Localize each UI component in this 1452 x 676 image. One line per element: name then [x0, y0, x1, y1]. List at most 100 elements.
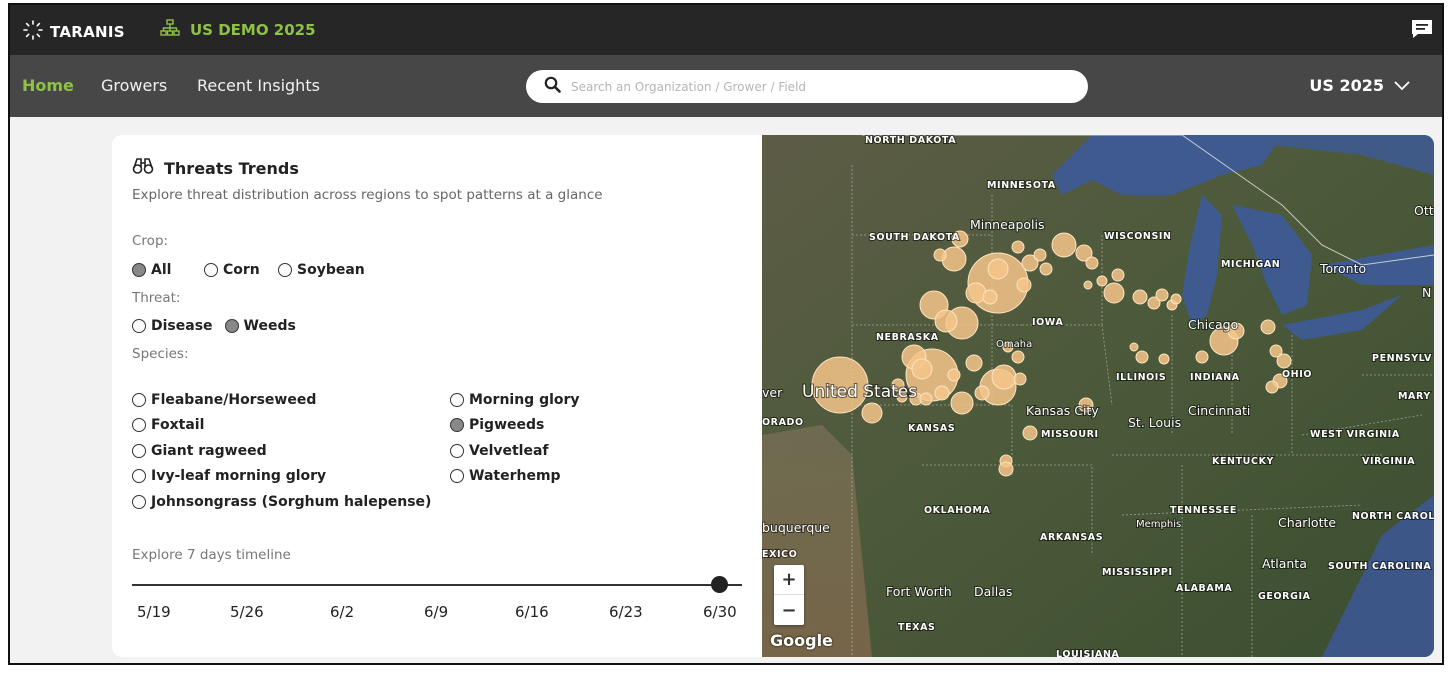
map-label: KANSAS — [908, 423, 955, 434]
threat-marker[interactable] — [974, 385, 990, 401]
threat-marker[interactable] — [1276, 353, 1292, 369]
threat-marker[interactable] — [1260, 319, 1276, 335]
threat-marker[interactable] — [933, 248, 947, 262]
zoom-out-button[interactable]: − — [774, 595, 804, 625]
timeline-tick[interactable]: 6/23 — [609, 603, 643, 621]
threat-marker[interactable] — [934, 309, 958, 333]
chat-icon — [1410, 20, 1434, 45]
timeline-tick[interactable]: 6/30 — [703, 603, 737, 621]
google-attribution: Google — [770, 631, 833, 650]
threat-marker[interactable] — [1155, 288, 1169, 302]
search-box[interactable] — [526, 70, 1088, 103]
threat-marker[interactable] — [982, 289, 998, 305]
season-selector[interactable]: US 2025 — [1309, 76, 1410, 95]
zoom-controls: + − — [774, 565, 804, 625]
timeline-tick[interactable]: 6/16 — [515, 603, 549, 621]
search-input[interactable] — [571, 79, 1051, 94]
threat-marker[interactable] — [1158, 353, 1170, 365]
threat-marker[interactable] — [991, 364, 1017, 390]
threat-option-weeds[interactable]: Weeds — [224, 318, 296, 334]
org-selector[interactable]: US DEMO 2025 — [160, 19, 316, 41]
map-label: Charlotte — [1278, 515, 1336, 530]
species-option-foxtail[interactable]: Foxtail — [132, 413, 431, 439]
threat-marker[interactable] — [1132, 289, 1148, 305]
map-label: NEBRASKA — [876, 332, 939, 343]
map-label: Fort Worth — [886, 584, 952, 599]
threat-marker[interactable] — [934, 385, 950, 401]
map-label: NORTH CAROLINA — [1352, 511, 1434, 522]
threat-marker[interactable] — [987, 258, 1009, 280]
season-label: US 2025 — [1309, 76, 1384, 95]
radio-unselected — [132, 392, 146, 407]
threat-marker[interactable] — [941, 246, 967, 272]
threat-marker[interactable] — [1022, 425, 1038, 441]
threat-marker[interactable] — [950, 391, 974, 415]
timeline-tick[interactable]: 6/9 — [424, 603, 448, 621]
logo[interactable]: TARANIS — [22, 19, 125, 45]
map-label: GEORGIA — [1258, 591, 1311, 602]
crop-option-corn[interactable]: Corn — [204, 262, 278, 278]
timeline-tick[interactable]: 5/26 — [230, 603, 264, 621]
nav-home[interactable]: Home — [22, 76, 74, 95]
crop-option-all[interactable]: All — [132, 262, 204, 278]
radio-unselected — [450, 469, 464, 484]
threat-marker[interactable] — [1013, 372, 1027, 386]
threat-marker[interactable] — [947, 368, 961, 382]
threat-marker[interactable] — [965, 282, 987, 304]
zoom-in-button[interactable]: + — [774, 565, 804, 595]
threat-marker[interactable] — [965, 354, 983, 372]
threat-marker[interactable] — [1083, 280, 1093, 290]
chat-button[interactable] — [1410, 17, 1434, 45]
species-option-fleabane[interactable]: Fleabane/Horseweed — [132, 387, 431, 413]
threat-marker[interactable] — [1111, 268, 1125, 282]
species-option-giant-ragweed[interactable]: Giant ragweed — [132, 438, 431, 464]
panel-title: Threats Trends — [164, 158, 299, 178]
crop-option-soybean[interactable]: Soybean — [278, 262, 365, 278]
species-option-waterhemp[interactable]: Waterhemp — [450, 464, 580, 490]
threats-trends-card: Threats Trends Explore threat distributi… — [112, 135, 1434, 657]
radio-unselected — [278, 263, 292, 277]
timeline-track[interactable] — [132, 584, 742, 586]
radio-selected — [450, 418, 464, 433]
species-option-velvetleaf[interactable]: Velvetleaf — [450, 438, 580, 464]
threat-marker[interactable] — [1085, 256, 1099, 270]
species-option-pigweeds[interactable]: Pigweeds — [450, 413, 580, 439]
radio-unselected — [132, 494, 146, 509]
species-option-ivy-leaf-morning-glory[interactable]: Ivy-leaf morning glory — [132, 464, 431, 490]
species-option-johnsongrass[interactable]: Johnsongrass (Sorghum halepense) — [132, 489, 431, 515]
threat-marker[interactable] — [1096, 275, 1108, 287]
timeline-tick[interactable]: 5/19 — [137, 603, 171, 621]
threat-marker[interactable] — [1011, 240, 1025, 254]
threat-marker[interactable] — [911, 358, 933, 380]
threat-marker[interactable] — [1170, 293, 1182, 305]
threat-map[interactable]: NORTH DAKOTA MINNESOTA SOUTH DAKOTA WISC… — [762, 135, 1434, 657]
threat-marker[interactable] — [1265, 380, 1279, 394]
threat-option-disease[interactable]: Disease — [132, 318, 213, 334]
threat-marker[interactable] — [1016, 277, 1032, 293]
timeline-label: Explore 7 days timeline — [132, 547, 291, 563]
timeline-thumb[interactable] — [711, 576, 728, 593]
threat-marker[interactable] — [919, 392, 933, 406]
map-label: MINNESOTA — [987, 180, 1056, 191]
nav-growers[interactable]: Growers — [101, 76, 167, 95]
map-label: ver — [762, 385, 783, 400]
threat-marker[interactable] — [1135, 350, 1149, 364]
timeline-tick[interactable]: 6/2 — [330, 603, 354, 621]
species-option-morning-glory[interactable]: Morning glory — [450, 387, 580, 413]
map-label: ORADO — [762, 417, 804, 428]
threat-marker[interactable] — [998, 461, 1014, 477]
threat-marker[interactable] — [1103, 282, 1125, 304]
logo-text: TARANIS — [50, 23, 125, 41]
threat-marker[interactable] — [1033, 248, 1047, 262]
threat-marker[interactable] — [1011, 350, 1025, 364]
threat-marker[interactable] — [861, 402, 883, 424]
threat-marker[interactable] — [1195, 350, 1209, 364]
radio-unselected — [450, 392, 464, 407]
map-label: TENNESSEE — [1170, 505, 1237, 516]
nav-recent-insights[interactable]: Recent Insights — [197, 76, 320, 95]
map-label: MISSISSIPPI — [1102, 567, 1173, 578]
map-label: ARKANSAS — [1040, 532, 1103, 543]
threat-marker[interactable] — [1039, 262, 1053, 276]
threat-marker[interactable] — [1129, 342, 1139, 352]
threat-marker[interactable] — [1051, 232, 1077, 258]
